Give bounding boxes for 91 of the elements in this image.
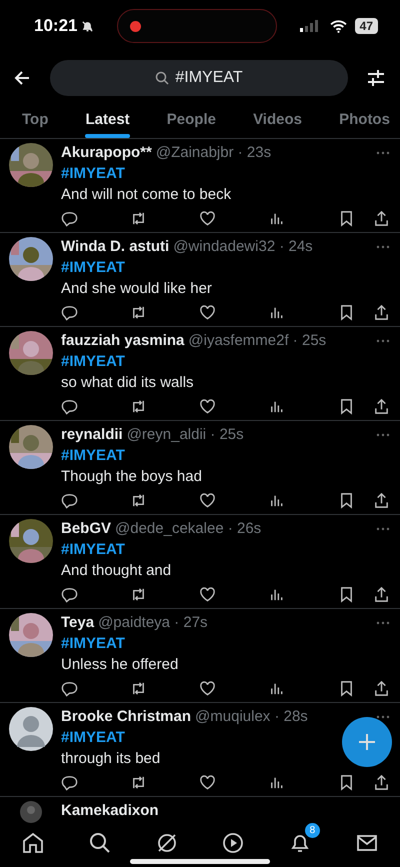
post-text: Unless he offered xyxy=(61,655,178,675)
handle-and-time: @windadewi32 · 24s xyxy=(173,237,313,257)
hashtag-link[interactable]: #IMYEAT xyxy=(61,163,125,184)
post-text: so what did its walls xyxy=(61,373,194,393)
heart-icon[interactable] xyxy=(199,210,216,227)
more-options-icon[interactable] xyxy=(376,527,390,531)
hashtag-link[interactable]: #IMYEAT xyxy=(61,257,125,278)
repost-icon[interactable] xyxy=(130,586,147,603)
heart-icon[interactable] xyxy=(199,398,216,415)
share-icon[interactable] xyxy=(373,210,390,227)
post-text: And thought and xyxy=(61,561,172,581)
more-options-icon[interactable] xyxy=(376,339,390,343)
home-icon[interactable] xyxy=(21,831,46,855)
plus-icon xyxy=(357,732,377,752)
handle-and-time: @iyasfemme2f · 25s xyxy=(188,331,326,351)
repost-icon[interactable] xyxy=(130,304,147,321)
hashtag-link[interactable]: #IMYEAT xyxy=(61,539,125,560)
reply-icon[interactable] xyxy=(61,774,78,791)
repost-icon[interactable] xyxy=(130,398,147,415)
hashtag-link[interactable]: #IMYEAT xyxy=(61,727,125,748)
handle-and-time: @paidteya · 27s xyxy=(98,613,208,633)
post-text: through its bed xyxy=(61,749,160,769)
default-avatar-icon xyxy=(9,707,53,751)
search-field[interactable]: #IMYEAT xyxy=(50,60,348,96)
share-icon[interactable] xyxy=(373,774,390,791)
reply-icon[interactable] xyxy=(61,304,78,321)
bookmark-icon[interactable] xyxy=(338,398,355,415)
status-time: 10:21 xyxy=(34,16,78,36)
signal-icon xyxy=(300,20,320,32)
bookmark-icon[interactable] xyxy=(338,492,355,509)
heart-icon[interactable] xyxy=(199,680,216,697)
more-options-icon[interactable] xyxy=(376,715,390,719)
share-icon[interactable] xyxy=(373,398,390,415)
bookmark-icon[interactable] xyxy=(338,680,355,697)
wifi-icon xyxy=(330,20,347,32)
share-icon[interactable] xyxy=(373,304,390,321)
handle-and-time: @dede_cekalee · 26s xyxy=(115,519,262,539)
post-text: Though the boys had xyxy=(61,467,202,487)
heart-icon[interactable] xyxy=(199,492,216,509)
author-name: Winda D. astuti xyxy=(61,237,170,257)
share-icon[interactable] xyxy=(373,586,390,603)
tab[interactable]: Top xyxy=(22,100,48,138)
heart-icon[interactable] xyxy=(199,586,216,603)
search-icon[interactable] xyxy=(88,831,112,855)
author-name: Kamekadixon xyxy=(61,801,159,821)
hashtag-link[interactable]: #IMYEAT xyxy=(61,445,125,466)
heart-icon[interactable] xyxy=(199,304,216,321)
compose-button[interactable] xyxy=(342,717,392,767)
notification-badge: 8 xyxy=(304,823,320,838)
reply-icon[interactable] xyxy=(61,680,78,697)
muted-bell-icon xyxy=(81,20,94,32)
author-name: Teya xyxy=(61,613,94,633)
repost-icon[interactable] xyxy=(130,680,147,697)
repost-icon[interactable] xyxy=(130,210,147,227)
more-options-icon[interactable] xyxy=(376,621,390,625)
author-name: reynaldii xyxy=(61,425,123,445)
more-options-icon[interactable] xyxy=(376,245,390,249)
repost-icon[interactable] xyxy=(130,492,147,509)
share-icon[interactable] xyxy=(373,680,390,697)
more-options-icon[interactable] xyxy=(376,151,390,155)
tab[interactable]: Photos xyxy=(339,100,390,138)
hashtag-link[interactable]: #IMYEAT xyxy=(61,351,125,372)
play-icon[interactable] xyxy=(221,831,246,855)
more-options-icon[interactable] xyxy=(376,433,390,437)
post-text: And will not come to beck xyxy=(61,185,232,205)
tab[interactable]: Videos xyxy=(253,100,302,138)
repost-icon[interactable] xyxy=(130,774,147,791)
hashtag-link[interactable]: #IMYEAT xyxy=(61,633,125,654)
bookmark-icon[interactable] xyxy=(338,774,355,791)
bookmark-icon[interactable] xyxy=(338,586,355,603)
author-name: BebGV xyxy=(61,519,112,539)
author-name: Brooke Christman xyxy=(61,707,192,727)
tab[interactable]: People xyxy=(166,100,216,138)
handle-and-time: @muqiulex · 28s xyxy=(195,707,308,727)
reply-icon[interactable] xyxy=(61,210,78,227)
share-icon[interactable] xyxy=(373,492,390,509)
bookmark-icon[interactable] xyxy=(338,210,355,227)
search-icon xyxy=(155,71,170,85)
bookmark-icon[interactable] xyxy=(338,304,355,321)
handle-and-time: @reyn_aldii · 25s xyxy=(126,425,244,445)
filter-sliders-icon[interactable] xyxy=(366,68,386,88)
reply-icon[interactable] xyxy=(61,492,78,509)
author-name: fauzziah yasmina xyxy=(61,331,184,351)
reply-icon[interactable] xyxy=(61,586,78,603)
author-name: Akurapopo** xyxy=(61,143,152,163)
battery-level: 47 xyxy=(354,18,378,34)
reply-icon[interactable] xyxy=(61,398,78,415)
tab[interactable]: Latest xyxy=(85,100,130,138)
handle-and-time: @Zainabjbr · 23s xyxy=(156,143,272,163)
heart-icon[interactable] xyxy=(199,774,216,791)
post-text: And she would like her xyxy=(61,279,212,299)
